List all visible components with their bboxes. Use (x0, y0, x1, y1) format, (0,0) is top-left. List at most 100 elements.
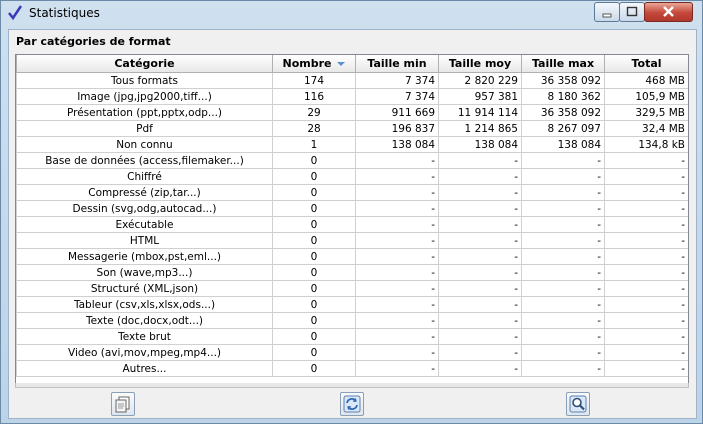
table-row[interactable]: Structuré (XML,json) 0- - - - (16, 280, 688, 297)
column-header-total[interactable]: Total (604, 55, 688, 73)
cell-nombre: 0 (272, 248, 356, 265)
cell-taille-moy: - (438, 280, 522, 297)
table-row[interactable]: Texte brut 0- - - - (16, 328, 688, 345)
cell-taille-max: - (521, 168, 605, 185)
cell-taille-moy: - (438, 344, 522, 361)
search-button[interactable] (566, 392, 590, 416)
cell-categorie: Dessin (svg,odg,autocad...) (16, 200, 273, 217)
cell-nombre: 0 (272, 296, 356, 313)
table-row[interactable]: Son (wave,mp3...) 0- - - - (16, 264, 688, 281)
cell-taille-moy: 138 084 (438, 136, 522, 153)
cell-taille-min: - (355, 248, 439, 265)
cell-taille-max: - (521, 280, 605, 297)
cell-categorie: Messagerie (mbox,pst,eml...) (16, 248, 273, 265)
cell-categorie: Image (jpg,jpg2000,tiff...) (16, 88, 273, 105)
table-row[interactable]: Texte (doc,docx,odt...) 0- - - - (16, 312, 688, 329)
cell-taille-max: - (521, 344, 605, 361)
cell-taille-max: - (521, 216, 605, 233)
column-header-categorie[interactable]: Catégorie (16, 55, 273, 73)
cell-nombre: 1 (272, 136, 356, 153)
table-row[interactable]: Autres... 0- - - - (16, 360, 688, 377)
copy-button[interactable] (111, 392, 135, 416)
cell-taille-max: 8 267 097 (521, 120, 605, 137)
cell-nombre: 0 (272, 360, 356, 377)
cell-taille-min: - (355, 328, 439, 345)
title-bar[interactable]: Statistiques (1, 1, 702, 27)
cell-nombre: 0 (272, 328, 356, 345)
cell-taille-min: - (355, 280, 439, 297)
cell-categorie: Présentation (ppt,pptx,odp...) (16, 104, 273, 121)
cell-taille-min: 7 374 (355, 72, 439, 89)
table-row[interactable]: Exécutable 0- - - - (16, 216, 688, 233)
column-header-label: Taille min (367, 57, 427, 70)
cell-nombre: 174 (272, 72, 356, 89)
horizontal-scrollbar[interactable] (15, 383, 689, 388)
window-title: Statistiques (29, 6, 100, 20)
cell-total: 329,5 MB (604, 104, 688, 121)
cell-taille-min: - (355, 200, 439, 217)
cell-total: - (604, 152, 688, 169)
cell-taille-min: 196 837 (355, 120, 439, 137)
cell-total: 105,9 MB (604, 88, 688, 105)
cell-taille-min: - (355, 344, 439, 361)
cell-total: - (604, 232, 688, 249)
cell-total: - (604, 168, 688, 185)
cell-taille-moy: 11 914 114 (438, 104, 522, 121)
cell-taille-min: 138 084 (355, 136, 439, 153)
cell-taille-max: 36 358 092 (521, 72, 605, 89)
cell-taille-moy: - (438, 168, 522, 185)
table-row[interactable]: Base de données (access,filemaker...) 0- -… (16, 152, 688, 169)
table-row[interactable]: Chiffré 0- - - - (16, 168, 688, 185)
table-row[interactable]: Pdf 28 196 837 1 214 865 8 267 097 32,4 MB (16, 120, 688, 137)
column-header-taille-max[interactable]: Taille max (521, 55, 605, 73)
cell-taille-moy: - (438, 232, 522, 249)
table-row[interactable]: Dessin (svg,odg,autocad...) 0- - - - (16, 200, 688, 217)
column-header-taille-min[interactable]: Taille min (355, 55, 439, 73)
cell-nombre: 0 (272, 152, 356, 169)
cell-nombre: 0 (272, 280, 356, 297)
cell-total: - (604, 200, 688, 217)
cell-total: - (604, 360, 688, 377)
cell-nombre: 0 (272, 168, 356, 185)
cell-categorie: Structuré (XML,json) (16, 280, 273, 297)
cell-categorie: HTML (16, 232, 273, 249)
close-button[interactable] (644, 2, 693, 22)
cell-categorie: Autres... (16, 360, 273, 377)
cell-taille-moy: - (438, 312, 522, 329)
cell-taille-min: 7 374 (355, 88, 439, 105)
table-row[interactable]: Compressé (zip,tar...) 0- - - - (16, 184, 688, 201)
column-header-label: Taille moy (448, 57, 512, 70)
statistics-window: Statistiques Par catégories de format Ca… (0, 0, 703, 424)
cell-taille-moy: - (438, 216, 522, 233)
cell-taille-moy: - (438, 328, 522, 345)
cell-categorie: Tableur (csv,xls,xlsx,ods...) (16, 296, 273, 313)
table-row[interactable]: HTML 0- - - - (16, 232, 688, 249)
column-header-nombre[interactable]: Nombre (272, 55, 356, 73)
refresh-button[interactable] (340, 392, 364, 416)
cell-nombre: 0 (272, 264, 356, 281)
column-header-taille-moy[interactable]: Taille moy (438, 55, 522, 73)
cell-nombre: 0 (272, 232, 356, 249)
table-row[interactable]: Tableur (csv,xls,xlsx,ods...) 0- - - - (16, 296, 688, 313)
table-row[interactable]: Image (jpg,jpg2000,tiff...) 116 7 374 957 3… (16, 88, 688, 105)
cell-categorie: Tous formats (16, 72, 273, 89)
cell-categorie: Non connu (16, 136, 273, 153)
cell-taille-max: - (521, 184, 605, 201)
cell-taille-min: - (355, 168, 439, 185)
column-header-label: Nombre (282, 57, 332, 70)
table-row[interactable]: Présentation (ppt,pptx,odp...) 29 911 669 1… (16, 104, 688, 121)
sort-descending-icon (337, 62, 346, 66)
table-row[interactable]: Video (avi,mov,mpeg,mp4...) 0- - - - (16, 344, 688, 361)
cell-taille-max: - (521, 152, 605, 169)
table-row[interactable]: Tous formats 174 7 374 2 820 229 36 358 092 4… (16, 72, 688, 89)
maximize-button[interactable] (619, 2, 645, 22)
table-row[interactable]: Non connu 1 138 084 138 084 138 084 134,8 kB (16, 136, 688, 153)
copy-icon (115, 396, 130, 413)
cell-categorie: Video (avi,mov,mpeg,mp4...) (16, 344, 273, 361)
table-row[interactable]: Messagerie (mbox,pst,eml...) 0- - - - (16, 248, 688, 265)
cell-taille-moy: 1 214 865 (438, 120, 522, 137)
cell-taille-moy: - (438, 264, 522, 281)
minimize-button[interactable] (594, 2, 620, 22)
cell-total: 468 MB (604, 72, 688, 89)
cell-total: 32,4 MB (604, 120, 688, 137)
